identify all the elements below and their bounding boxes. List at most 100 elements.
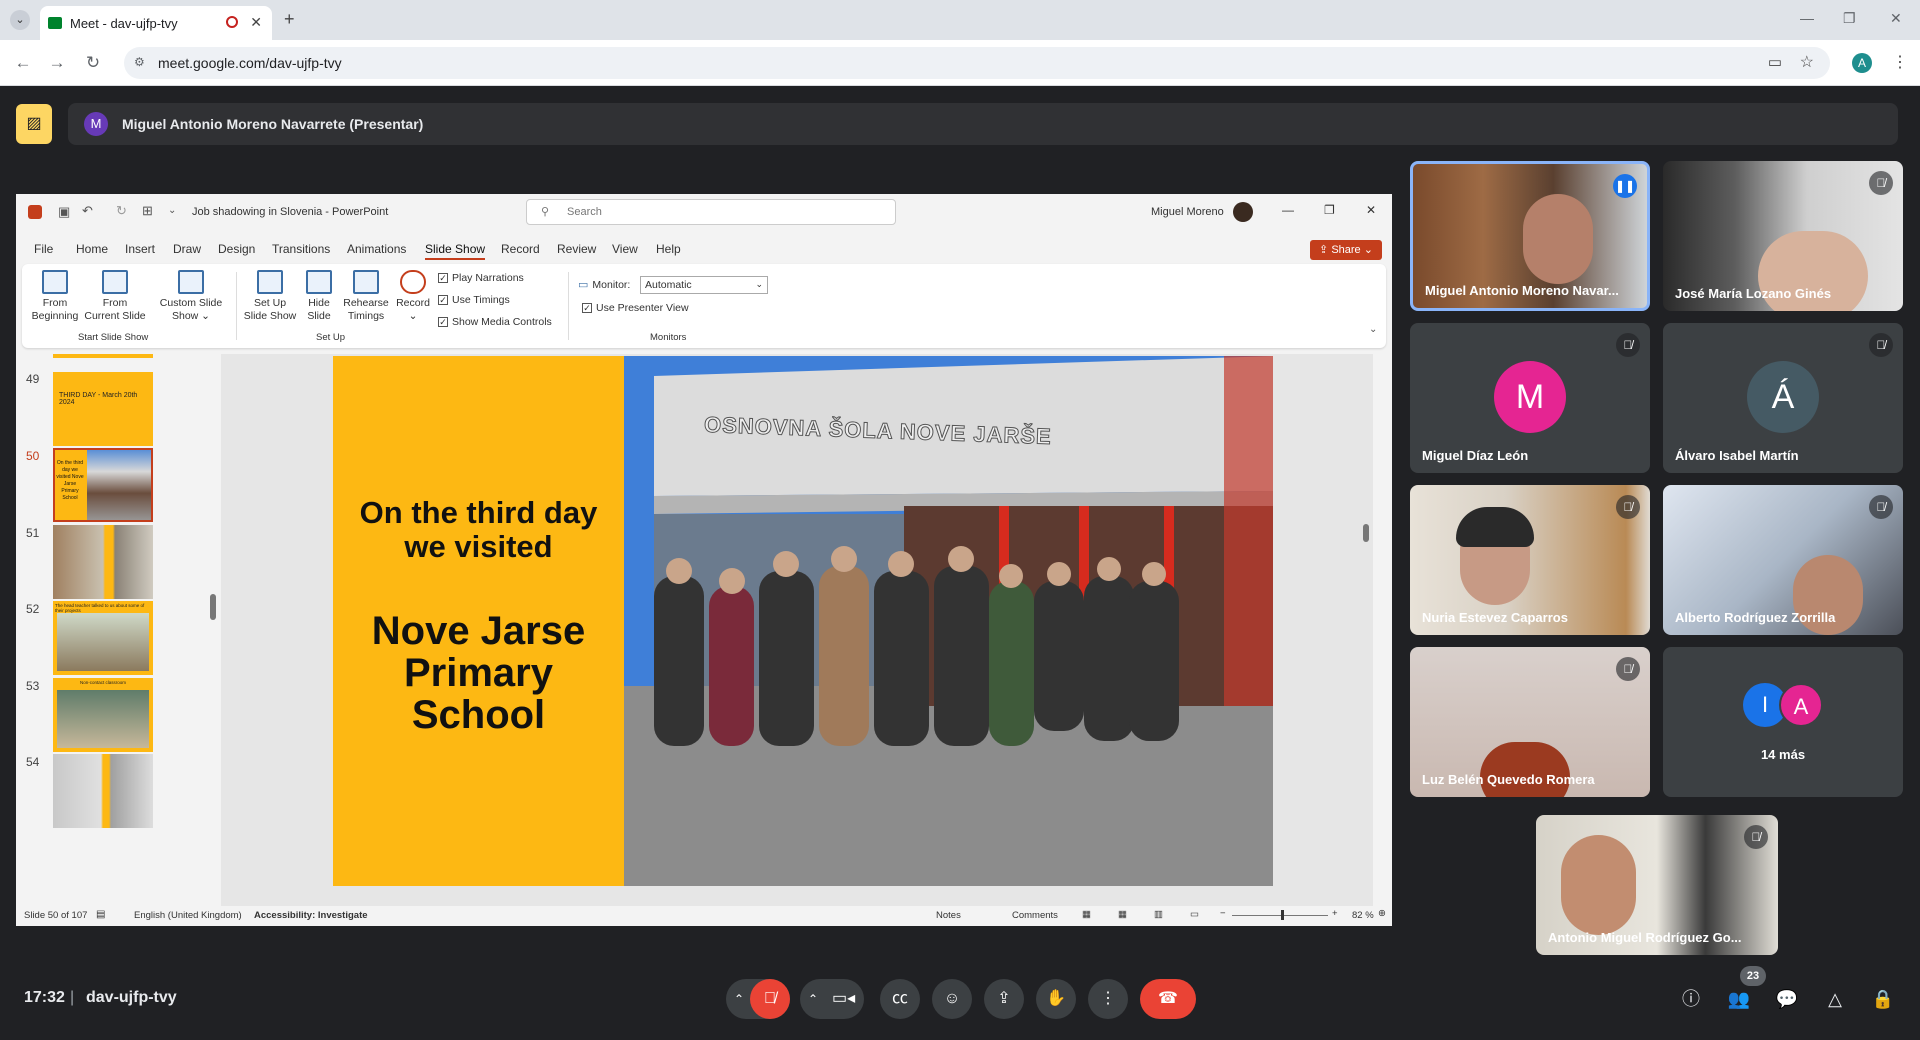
share-button[interactable]: ⇪ Share ⌄ [1310,240,1382,260]
fit-slide-icon[interactable]: ⊕ [1378,908,1386,919]
present-icon[interactable]: ⊞ [142,203,153,219]
reactions-button[interactable]: ☺ [932,979,972,1019]
ribbon-tab-draw[interactable]: Draw [173,242,201,256]
notes-button[interactable]: Notes [936,910,961,921]
thumbnail-54[interactable] [53,754,153,828]
forward-icon[interactable]: → [46,52,68,74]
minimize-icon[interactable]: — [1800,10,1814,26]
play-narrations-checkbox[interactable]: ✓ Play Narrations [438,272,524,284]
participant-tile[interactable]: 🎙̸ Alberto Rodríguez Zorrilla [1663,485,1903,635]
collapse-ribbon-icon[interactable]: ⌄ [1369,324,1377,335]
activities-icon[interactable]: △ [1822,986,1848,1012]
host-controls-icon[interactable]: 🔒 [1870,986,1896,1012]
participant-tile[interactable]: M 🎙̸ Miguel Díaz León [1410,323,1650,473]
from-beginning-button[interactable]: From Beginning [30,270,80,323]
ribbon-tab-slide-show[interactable]: Slide Show [425,242,486,260]
more-options-button[interactable]: ⋮ [1088,979,1128,1019]
qat-more-icon[interactable]: ⌄ [168,205,176,216]
ribbon-tab-insert[interactable]: Insert [125,242,155,256]
chevron-up-icon[interactable]: ⌃ [734,979,744,1019]
ribbon-tab-view[interactable]: View [612,242,638,256]
ribbon-tab-animations[interactable]: Animations [347,242,406,256]
participant-tile[interactable]: Á 🎙̸ Álvaro Isabel Martín [1663,323,1903,473]
captions-button[interactable]: ㏄ [880,979,920,1019]
record-button[interactable]: Record ⌄ [394,270,432,323]
show-media-controls-checkbox[interactable]: ✓ Show Media Controls [438,316,552,328]
slide-sorter-icon[interactable]: ▦ [1118,909,1127,920]
profile-avatar[interactable]: A [1852,53,1872,73]
audio-controls[interactable]: ⌃ 🎙̸ [726,979,790,1019]
participant-tile-presenter[interactable]: ❚❚ Miguel Antonio Moreno Navar... [1410,161,1650,311]
video-controls[interactable]: ⌃ ▭◂ [800,979,864,1019]
current-slide[interactable]: On the third day we visited Nove Jarse P… [333,356,1273,886]
present-screen-button[interactable]: ⇪ [984,979,1024,1019]
thumbnail-52[interactable]: The head teacher talked to us about some… [53,601,153,675]
rehearse-timings-button[interactable]: Rehearse Timings [342,270,390,323]
ppt-user-avatar[interactable] [1233,202,1253,222]
stop-presenting-icon[interactable]: ▨ [16,104,52,144]
thumbnail-49[interactable]: THIRD DAY - March 20th 2024 [53,372,153,446]
reading-view-icon[interactable]: ▥ [1154,909,1163,920]
ribbon-tab-file[interactable]: File [34,242,53,256]
self-view-tile[interactable]: 🎙̸ Antonio Miguel Rodríguez Go... [1536,815,1778,955]
ppt-restore-icon[interactable]: ❐ [1324,203,1335,217]
close-window-icon[interactable]: ✕ [1890,10,1902,27]
ribbon-tab-transitions[interactable]: Transitions [272,242,330,256]
more-participants-tile[interactable]: I A 14 más [1663,647,1903,797]
url-field[interactable]: ⚙ meet.google.com/dav-ujfp-tvy ▭ ☆ [124,47,1830,79]
thumbnail-53[interactable]: Non-contact classroom [53,678,153,752]
accessibility-status[interactable]: Accessibility: Investigate [254,910,368,921]
reload-icon[interactable]: ↻ [82,52,104,74]
back-icon[interactable]: ← [12,52,34,74]
ribbon-tab-design[interactable]: Design [218,242,255,256]
site-info-icon[interactable]: ⚙ [134,55,145,69]
ribbon-tab-review[interactable]: Review [557,242,596,256]
chrome-menu-icon[interactable]: ⋮ [1892,52,1908,72]
new-tab-button[interactable]: + [284,9,295,30]
presenter-view-checkbox[interactable]: ✓ Use Presenter View [582,302,689,314]
hide-slide-button[interactable]: Hide Slide [302,270,336,323]
camera-icon[interactable]: ▭◂ [832,979,855,1019]
from-current-button[interactable]: From Current Slide [82,270,148,323]
ppt-close-icon[interactable]: ✕ [1366,203,1376,217]
setup-slide-show-button[interactable]: Set Up Slide Show [240,270,300,323]
normal-view-icon[interactable]: ▦ [1082,909,1091,920]
participant-tile[interactable]: 🎙̸ José María Lozano Ginés [1663,161,1903,311]
ppt-search-input[interactable]: ⚲ Search [526,199,896,225]
zoom-level[interactable]: 82 % [1352,910,1374,921]
thumbnail-50-selected[interactable]: On the third day we visited Nove Jarse P… [53,448,153,522]
zoom-out-icon[interactable]: − [1220,908,1226,919]
meeting-info-icon[interactable]: ⓘ [1678,986,1704,1012]
zoom-in-icon[interactable]: + [1332,908,1338,919]
participant-tile[interactable]: 🎙̸ Luz Belén Quevedo Romera [1410,647,1650,797]
chat-icon[interactable]: 💬 [1774,986,1800,1012]
redo-icon[interactable]: ↻ [116,203,127,219]
restore-icon[interactable]: ❐ [1843,10,1856,27]
leave-call-button[interactable]: ☎ [1140,979,1196,1019]
monitor-select[interactable]: Automatic ⌄ [640,276,768,294]
slideshow-view-icon[interactable]: ▭ [1190,909,1199,920]
raise-hand-button[interactable]: ✋ [1036,979,1076,1019]
thumbnail-48-partial[interactable] [53,354,153,358]
ribbon-tab-home[interactable]: Home [76,242,108,256]
close-tab-icon[interactable]: ✕ [250,14,262,31]
mic-off-button[interactable]: 🎙̸ [750,979,790,1019]
chevron-up-icon[interactable]: ⌃ [808,979,818,1019]
bookmark-star-icon[interactable]: ☆ [1800,52,1814,72]
zoom-slider[interactable] [1232,915,1328,916]
slide-scrollbar[interactable] [1363,524,1369,542]
ppt-minimize-icon[interactable]: — [1282,203,1294,217]
people-icon[interactable]: 👥 [1726,986,1752,1012]
language[interactable]: English (United Kingdom) [134,910,242,921]
tab-search-button[interactable]: ⌄ [10,10,30,30]
undo-icon[interactable]: ↶ [82,203,93,219]
ribbon-tab-record[interactable]: Record [501,242,540,256]
spellcheck-icon[interactable]: ▤ [96,909,105,920]
ribbon-tab-help[interactable]: Help [656,242,681,256]
custom-slide-show-button[interactable]: Custom Slide Show ⌄ [156,270,226,323]
thumbnail-scrollbar[interactable] [210,594,216,620]
zoom-slider-thumb[interactable] [1281,910,1284,920]
participant-tile[interactable]: 🎙̸ Nuria Estevez Caparros [1410,485,1650,635]
save-icon[interactable]: ▣ [58,204,70,220]
use-timings-checkbox[interactable]: ✓ Use Timings [438,294,510,306]
